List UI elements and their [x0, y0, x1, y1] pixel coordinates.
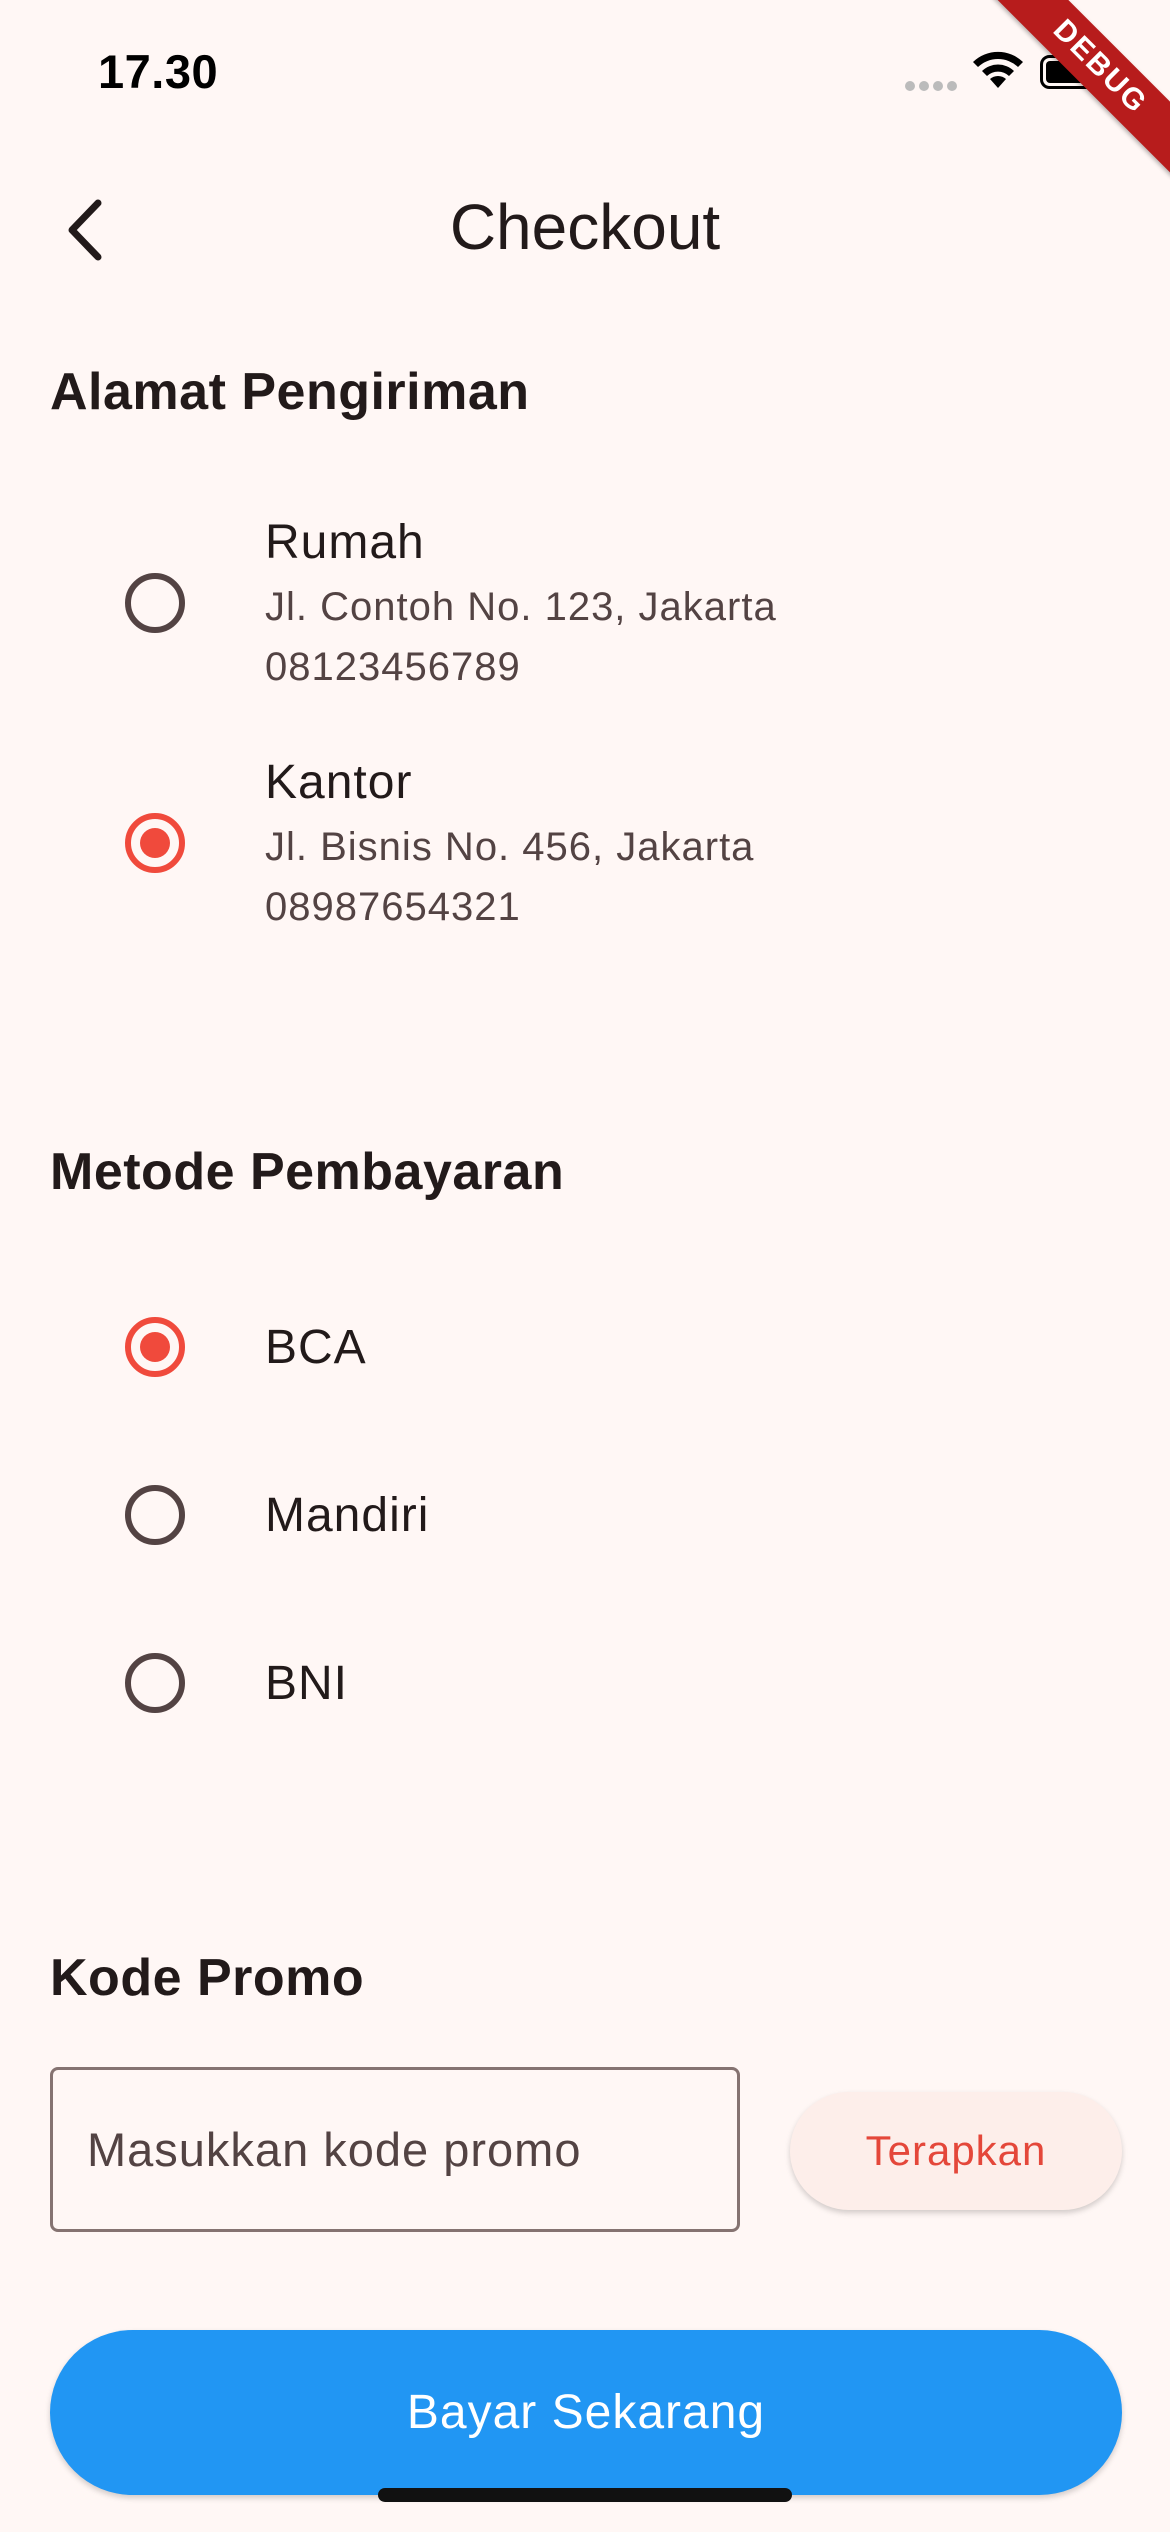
wifi-icon [973, 51, 1023, 88]
battery-icon [1040, 55, 1107, 89]
status-bar: 17.30 [0, 0, 1170, 150]
payment-radio-bca[interactable] [125, 1317, 185, 1377]
address-radio-kantor[interactable] [125, 813, 185, 873]
payment-label: Mandiri [265, 1489, 430, 1542]
payment-label: BNI [265, 1657, 349, 1710]
promo-code-input[interactable] [50, 2067, 740, 2232]
shipping-heading: Alamat Pengiriman [50, 363, 530, 421]
address-label: Kantor [265, 756, 413, 809]
address-street: Jl. Contoh No. 123, Jakarta [265, 585, 777, 629]
address-phone: 08123456789 [265, 645, 521, 689]
apply-promo-button[interactable]: Terapkan [790, 2092, 1122, 2210]
payment-radio-mandiri[interactable] [125, 1485, 185, 1545]
page-title: Checkout [449, 191, 721, 263]
signal-icon [905, 81, 957, 91]
address-phone: 08987654321 [265, 885, 521, 929]
address-label: Rumah [265, 516, 425, 569]
address-street: Jl. Bisnis No. 456, Jakarta [265, 825, 755, 869]
promo-heading: Kode Promo [50, 1949, 365, 2007]
payment-label: BCA [265, 1321, 367, 1374]
pay-now-button[interactable]: Bayar Sekarang [50, 2330, 1122, 2495]
payment-heading: Metode Pembayaran [50, 1143, 565, 1201]
home-indicator [378, 2488, 792, 2502]
payment-radio-bni[interactable] [125, 1653, 185, 1713]
address-radio-rumah[interactable] [125, 573, 185, 633]
app-bar: Checkout [0, 160, 1170, 290]
status-time: 17.30 [98, 45, 219, 98]
